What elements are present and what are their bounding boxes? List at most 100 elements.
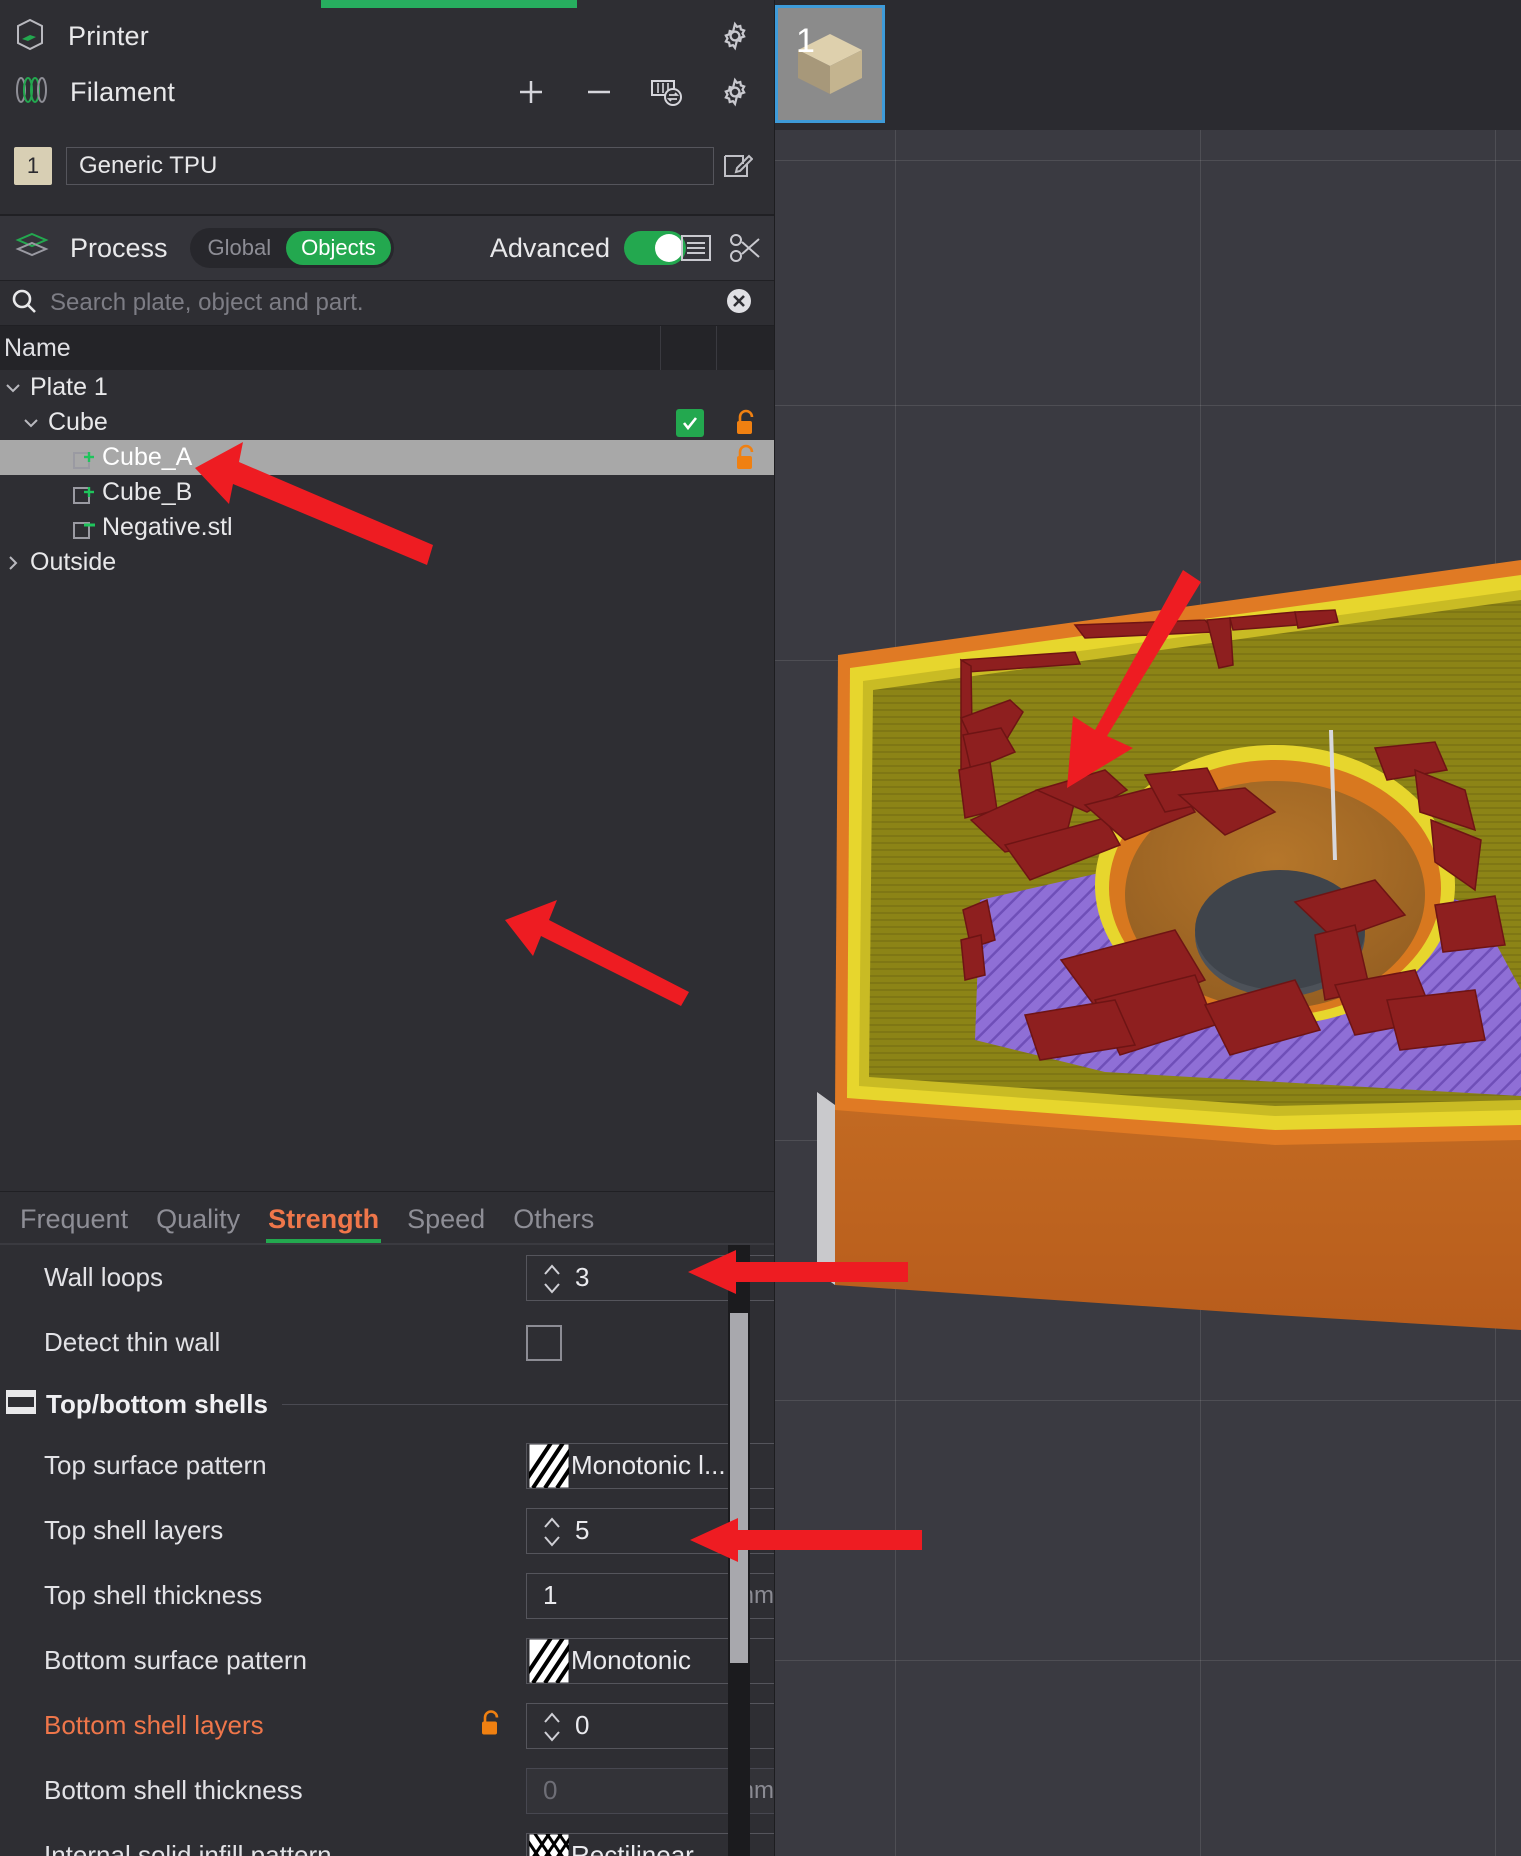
filament-name-field[interactable]: Generic TPU: [66, 147, 714, 185]
setting-row: Wall loops 3: [0, 1245, 774, 1310]
setting-value: Monotonic l...: [571, 1450, 726, 1480]
gear-icon[interactable]: [718, 19, 752, 53]
plus-icon[interactable]: [514, 75, 548, 109]
part-negative-icon: [72, 516, 98, 540]
column-divider: [716, 326, 717, 370]
tree-row[interactable]: Plate 1: [0, 370, 774, 405]
gear-icon[interactable]: [718, 75, 752, 109]
tree-row[interactable]: Cube_B: [0, 475, 774, 510]
monotonic-line-pattern: [527, 1443, 589, 1488]
setting-row: Top shell thickness 1 mm: [0, 1563, 774, 1628]
tab-speed[interactable]: Speed: [393, 1204, 499, 1243]
scope-global[interactable]: Global: [193, 231, 287, 265]
settings-group-title: Top/bottom shells: [46, 1388, 268, 1419]
parameter-tabs: Frequent Quality Strength Speed Others: [0, 1191, 774, 1243]
plate-thumbnail-1[interactable]: 1: [775, 5, 885, 123]
tab-others[interactable]: Others: [499, 1204, 608, 1243]
setting-value: 0: [575, 1710, 590, 1740]
tab-strength[interactable]: Strength: [254, 1204, 393, 1243]
printer-row[interactable]: Printer: [0, 8, 774, 64]
tree-row-label: Cube_B: [102, 478, 193, 506]
ams-sync-icon[interactable]: [650, 75, 684, 109]
setting-value: Monotonic: [571, 1645, 691, 1675]
spinner-arrows[interactable]: [541, 1709, 563, 1745]
settings-scrollbar[interactable]: [728, 1245, 750, 1856]
slicer-window: Printer Filament 1 Generic TPU Process G…: [0, 0, 1521, 1856]
setting-value: 0: [543, 1775, 558, 1805]
chevron-right-icon[interactable]: [0, 554, 26, 572]
unlock-icon[interactable]: [718, 443, 774, 473]
device-block: Printer Filament 1 Generic TPU: [0, 0, 774, 190]
part-add-icon: [72, 481, 98, 505]
process-bar: Process Global Objects Advanced: [0, 216, 774, 280]
3d-viewport[interactable]: 1: [775, 0, 1521, 1856]
process-icons: [680, 231, 762, 265]
visibility-checkbox[interactable]: [662, 408, 718, 437]
tab-quality[interactable]: Quality: [142, 1204, 254, 1243]
scope-objects[interactable]: Objects: [286, 231, 391, 265]
filament-row-actions: [514, 75, 752, 109]
monotonic-line-pattern: [527, 1638, 589, 1683]
setting-label: Internal solid infill pattern: [44, 1840, 332, 1856]
setting-label: Top shell layers: [44, 1515, 224, 1545]
chevron-down-icon[interactable]: [18, 414, 44, 432]
group-rule: [281, 1403, 734, 1405]
tree-row-actions: [662, 370, 774, 405]
object-tree: Plate 1 Cube Cube_A Cube_B Negative.stl Outsi…: [0, 370, 774, 580]
setting-label: Wall loops: [44, 1262, 163, 1292]
minus-icon[interactable]: [582, 75, 616, 109]
tree-row-label: Outside: [30, 548, 117, 576]
settings-group-header: Top/bottom shells: [0, 1375, 774, 1433]
setting-label: Bottom surface pattern: [44, 1645, 308, 1675]
search-icon: [10, 287, 38, 320]
filament-row-header[interactable]: Filament: [0, 64, 774, 120]
spinner-arrows[interactable]: [541, 1261, 563, 1297]
left-parameter-panel: Printer Filament 1 Generic TPU Process G…: [0, 0, 775, 1856]
setting-value: Rectilinear: [571, 1840, 694, 1856]
tree-empty-space: [0, 580, 774, 1191]
part-add-icon: [72, 446, 98, 470]
check-icon: [676, 408, 704, 437]
setting-label: Top surface pattern: [44, 1450, 267, 1480]
scope-toggle: Global Objects: [189, 228, 394, 268]
chevron-down-icon[interactable]: [0, 379, 26, 397]
tree-header: Name: [0, 326, 774, 370]
progress-strip: [321, 0, 577, 8]
setting-control: [526, 1324, 562, 1361]
setting-row: Bottom shell thickness 0 mm: [0, 1758, 774, 1823]
tree-row-actions: [662, 510, 774, 545]
filament-label: Filament: [70, 76, 176, 107]
setting-value: 1: [543, 1580, 558, 1610]
list-view-icon[interactable]: [680, 231, 714, 265]
tree-row-label: Plate 1: [30, 373, 108, 401]
setting-checkbox[interactable]: [526, 1324, 562, 1361]
tree-row-actions: [662, 405, 774, 440]
setting-row: Detect thin wall: [0, 1310, 774, 1375]
unlock-icon[interactable]: [478, 1708, 504, 1743]
setting-label: Top shell thickness: [44, 1580, 263, 1610]
advanced-label: Advanced: [489, 232, 610, 263]
filament-index-badge: 1: [14, 147, 52, 185]
setting-value: 5: [575, 1515, 590, 1545]
unlock-icon[interactable]: [718, 408, 774, 438]
plate-list-strip: 1: [775, 0, 1521, 130]
tree-row[interactable]: Cube_A: [0, 440, 774, 475]
column-divider: [660, 326, 661, 370]
setting-row: Internal solid infill pattern Rectilinear: [0, 1823, 774, 1856]
tab-frequent[interactable]: Frequent: [6, 1204, 142, 1243]
compare-preset-icon[interactable]: [728, 231, 762, 265]
edit-pencil-icon[interactable]: [714, 150, 760, 182]
setting-value: 3: [575, 1262, 590, 1292]
tree-row[interactable]: Negative.stl: [0, 510, 774, 545]
advanced-switch[interactable]: [624, 231, 686, 265]
search-row: [0, 280, 774, 326]
spinner-arrows[interactable]: [541, 1514, 563, 1550]
search-input[interactable]: [50, 289, 724, 317]
tree-row[interactable]: Outside: [0, 545, 774, 580]
tree-row-actions: [662, 475, 774, 510]
clear-circle-icon[interactable]: [724, 286, 754, 321]
printer-row-actions: [718, 19, 752, 53]
settings-scrollbar-thumb[interactable]: [730, 1313, 748, 1663]
filament-selector-row: 1 Generic TPU: [0, 142, 774, 190]
tree-row[interactable]: Cube: [0, 405, 774, 440]
